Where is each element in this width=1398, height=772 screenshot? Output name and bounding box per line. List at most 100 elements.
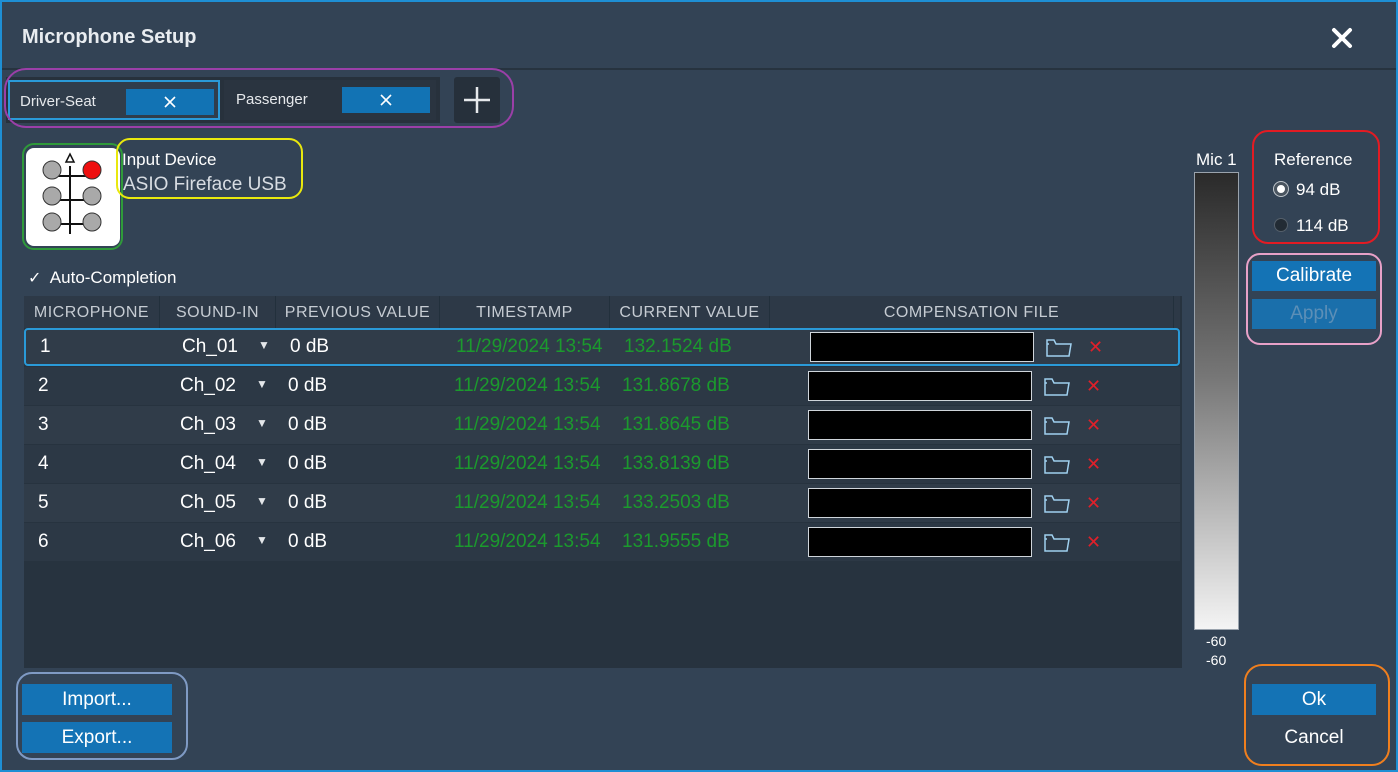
radio-selected-icon xyxy=(1274,182,1288,196)
column-header-microphone[interactable]: MICROPHONE xyxy=(24,296,160,328)
mic-number: 4 xyxy=(38,453,49,474)
sound-in-value[interactable]: Ch_01 xyxy=(182,328,238,366)
timestamp: 11/29/2024 13:54 xyxy=(454,375,601,396)
previous-value: 0 dB xyxy=(288,414,328,435)
column-header-current-value[interactable]: CURRENT VALUE xyxy=(610,296,770,328)
chevron-down-icon[interactable]: ▼ xyxy=(256,365,268,403)
reference-option-label: 94 dB xyxy=(1296,180,1341,199)
reference-option-label: 114 dB xyxy=(1296,216,1349,235)
microphone-table: MICROPHONE SOUND-IN PREVIOUS VALUE TIMES… xyxy=(24,296,1182,668)
sound-in-value[interactable]: Ch_02 xyxy=(180,367,236,405)
meter-label: Mic 1 xyxy=(1196,150,1237,169)
close-icon xyxy=(380,94,392,106)
current-value: 133.8139 dB xyxy=(622,453,730,474)
chevron-down-icon[interactable]: ▼ xyxy=(256,482,268,520)
title-bar: Microphone Setup xyxy=(2,2,1396,70)
compensation-file-field[interactable] xyxy=(808,488,1032,518)
remove-icon[interactable]: ✕ xyxy=(1086,414,1101,436)
tab-driver-seat[interactable]: Driver-Seat xyxy=(8,80,220,120)
add-tab-button[interactable] xyxy=(454,77,500,123)
timestamp: 11/29/2024 13:54 xyxy=(454,531,601,552)
reference-title: Reference xyxy=(1274,150,1353,169)
reference-option-94db[interactable]: 94 dB xyxy=(1274,180,1340,200)
table-row[interactable]: 6 Ch_06 ▼ 0 dB 11/29/2024 13:54 131.9555… xyxy=(24,523,1180,561)
import-button[interactable]: Import... xyxy=(22,684,172,715)
compensation-file-field[interactable] xyxy=(808,371,1032,401)
timestamp: 11/29/2024 13:54 xyxy=(454,414,601,435)
previous-value: 0 dB xyxy=(290,336,330,357)
calibrate-button[interactable]: Calibrate xyxy=(1252,261,1376,291)
table-header: MICROPHONE SOUND-IN PREVIOUS VALUE TIMES… xyxy=(24,296,1180,328)
input-device-label: Input Device xyxy=(122,150,217,169)
auto-completion-checkbox[interactable]: ✓ Auto-Completion xyxy=(28,268,176,288)
device-icon-button[interactable] xyxy=(26,148,120,246)
remove-icon[interactable]: ✕ xyxy=(1088,336,1103,358)
tab-label: Passenger xyxy=(236,91,308,108)
current-value: 131.8678 dB xyxy=(622,375,730,396)
remove-icon[interactable]: ✕ xyxy=(1086,375,1101,397)
table-row[interactable]: 2 Ch_02 ▼ 0 dB 11/29/2024 13:54 131.8678… xyxy=(24,367,1180,405)
microphone-setup-dialog: Microphone Setup Driver-Seat Passenger I… xyxy=(0,0,1398,772)
profile-tab-bar: Driver-Seat Passenger xyxy=(6,77,440,123)
reference-option-114db[interactable]: 114 dB xyxy=(1274,216,1349,236)
sound-in-value[interactable]: Ch_05 xyxy=(180,484,236,522)
compensation-file-field[interactable] xyxy=(808,527,1032,557)
radio-unselected-icon xyxy=(1274,218,1288,232)
column-header-previous-value[interactable]: PREVIOUS VALUE xyxy=(276,296,440,328)
close-icon xyxy=(164,96,176,108)
microphone-array-icon xyxy=(42,152,102,234)
previous-value: 0 dB xyxy=(288,453,328,474)
close-icon[interactable] xyxy=(1326,22,1358,54)
folder-icon[interactable] xyxy=(1044,531,1070,553)
compensation-file-field[interactable] xyxy=(810,332,1034,362)
compensation-file-field[interactable] xyxy=(808,410,1032,440)
folder-icon[interactable] xyxy=(1044,375,1070,397)
meter-min-value: -60 xyxy=(1206,652,1227,668)
chevron-down-icon[interactable]: ▼ xyxy=(256,443,268,481)
input-device-name[interactable]: ASIO Fireface USB xyxy=(123,174,287,196)
chevron-down-icon[interactable]: ▼ xyxy=(258,326,270,364)
mic-number: 1 xyxy=(40,336,51,357)
export-button[interactable]: Export... xyxy=(22,722,172,753)
folder-icon[interactable] xyxy=(1044,414,1070,436)
remove-icon[interactable]: ✕ xyxy=(1086,453,1101,475)
auto-completion-label: Auto-Completion xyxy=(49,268,177,287)
sound-in-value[interactable]: Ch_06 xyxy=(180,523,236,561)
dialog-title: Microphone Setup xyxy=(22,26,197,48)
level-meter xyxy=(1194,172,1239,630)
sound-in-value[interactable]: Ch_03 xyxy=(180,406,236,444)
table-row[interactable]: 1 Ch_01 ▼ 0 dB 11/29/2024 13:54 132.1524… xyxy=(24,328,1180,366)
remove-icon[interactable]: ✕ xyxy=(1086,531,1101,553)
column-header-sound-in[interactable]: SOUND-IN xyxy=(160,296,276,328)
previous-value: 0 dB xyxy=(288,492,328,513)
current-value: 131.8645 dB xyxy=(622,414,730,435)
column-header-compensation-file[interactable]: COMPENSATION FILE xyxy=(770,296,1174,328)
tab-close-button[interactable] xyxy=(126,89,214,115)
current-value: 133.2503 dB xyxy=(622,492,730,513)
timestamp: 11/29/2024 13:54 xyxy=(456,336,603,357)
previous-value: 0 dB xyxy=(288,531,328,552)
folder-icon[interactable] xyxy=(1044,492,1070,514)
plus-icon xyxy=(464,87,490,113)
current-value: 131.9555 dB xyxy=(622,531,730,552)
chevron-down-icon[interactable]: ▼ xyxy=(256,521,268,559)
table-row[interactable]: 3 Ch_03 ▼ 0 dB 11/29/2024 13:54 131.8645… xyxy=(24,406,1180,444)
apply-button[interactable]: Apply xyxy=(1252,299,1376,329)
tab-label: Driver-Seat xyxy=(20,93,96,110)
tab-passenger[interactable]: Passenger xyxy=(224,80,436,120)
compensation-file-field[interactable] xyxy=(808,449,1032,479)
mic-number: 3 xyxy=(38,414,49,435)
current-value: 132.1524 dB xyxy=(624,336,732,357)
table-row[interactable]: 5 Ch_05 ▼ 0 dB 11/29/2024 13:54 133.2503… xyxy=(24,484,1180,522)
meter-min-value: -60 xyxy=(1206,633,1227,649)
column-header-timestamp[interactable]: TIMESTAMP xyxy=(440,296,610,328)
table-row[interactable]: 4 Ch_04 ▼ 0 dB 11/29/2024 13:54 133.8139… xyxy=(24,445,1180,483)
folder-icon[interactable] xyxy=(1044,453,1070,475)
ok-button[interactable]: Ok xyxy=(1252,684,1376,715)
chevron-down-icon[interactable]: ▼ xyxy=(256,404,268,442)
cancel-button[interactable]: Cancel xyxy=(1252,722,1376,753)
sound-in-value[interactable]: Ch_04 xyxy=(180,445,236,483)
folder-icon[interactable] xyxy=(1046,336,1072,358)
remove-icon[interactable]: ✕ xyxy=(1086,492,1101,514)
tab-close-button[interactable] xyxy=(342,87,430,113)
